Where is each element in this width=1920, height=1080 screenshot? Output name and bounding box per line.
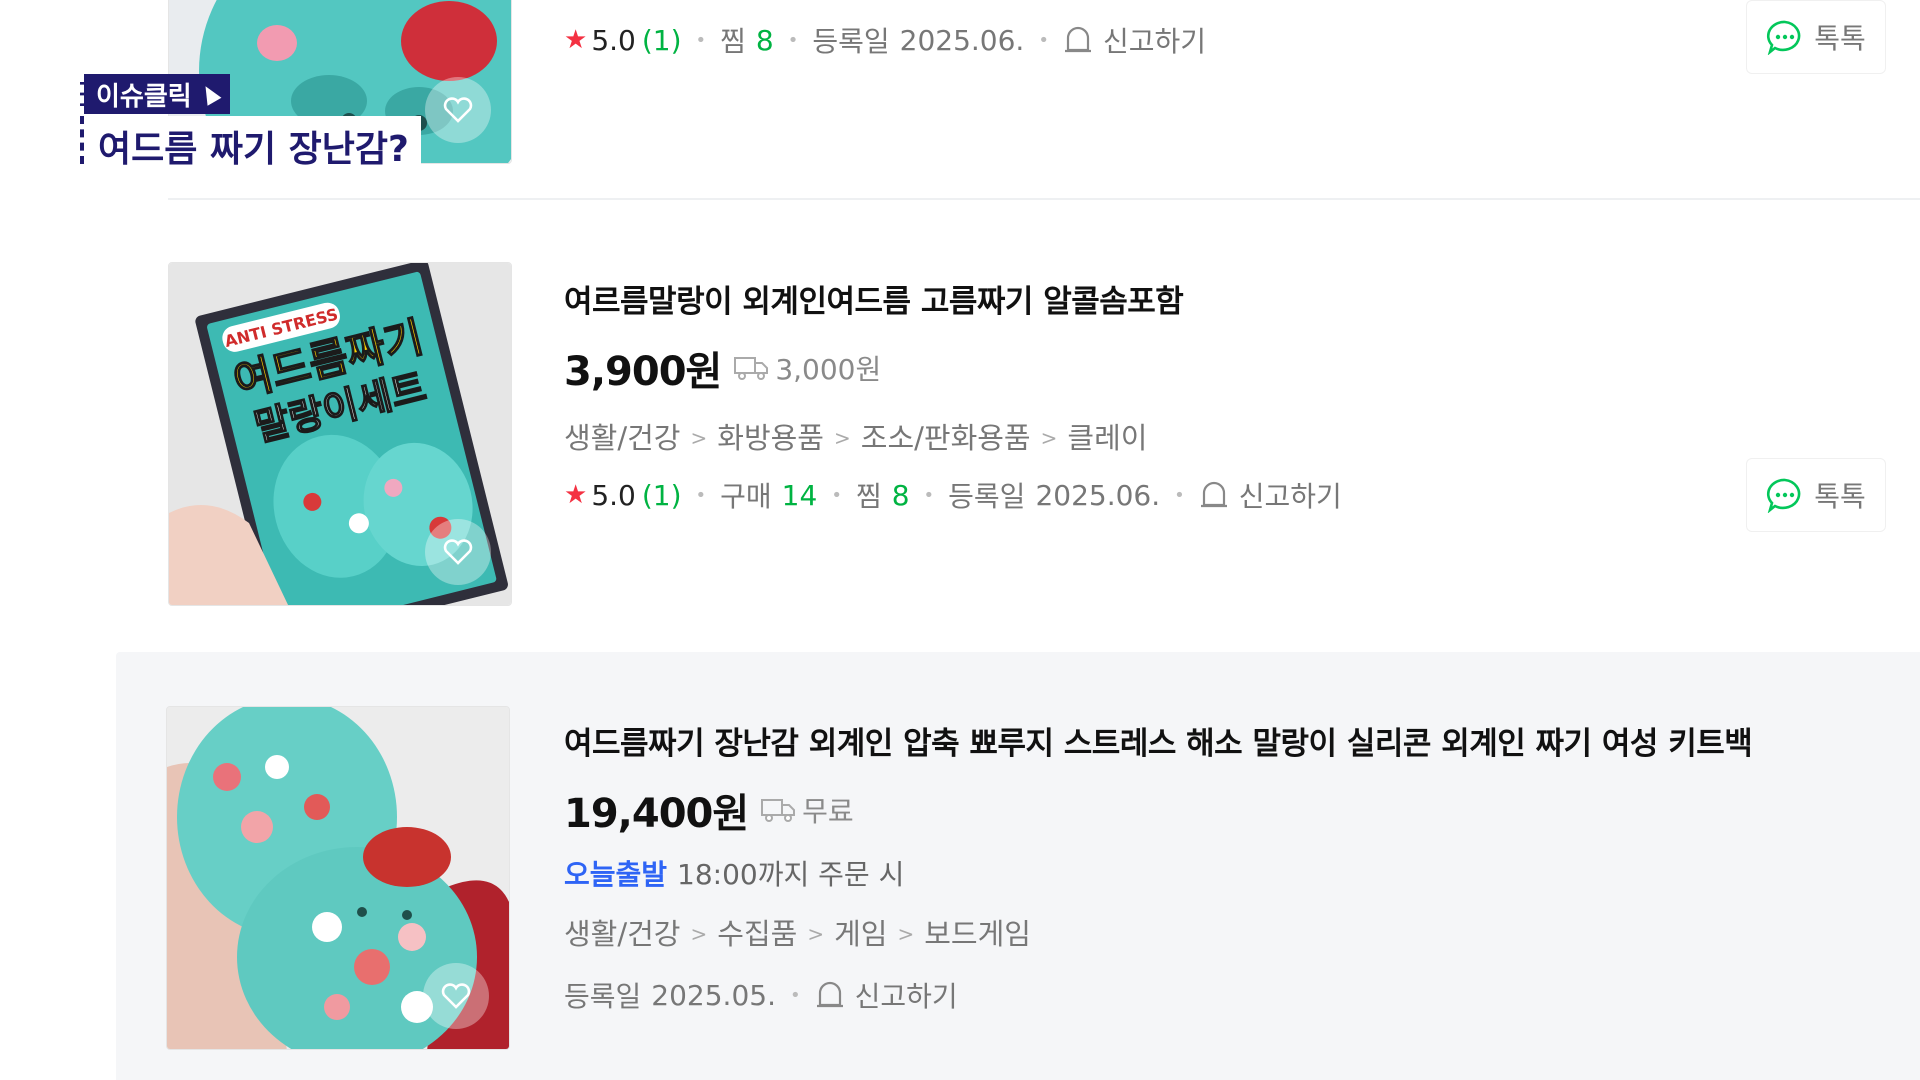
talk-bubble-icon [1767, 20, 1801, 55]
report-bell-icon [1064, 26, 1091, 53]
meta-separator: • [789, 984, 801, 1006]
product-thumbnail-2[interactable]: ANTI STRESS 여드름짜기 말랑이세트 [168, 262, 512, 606]
reg-label: 등록일 [948, 480, 1026, 513]
chevron-right-icon: > [690, 922, 708, 946]
product-info-2: 여르름말랑이 외계인여드름 고름짜기 알콜솜포함 3,900원 3,000원 생… [564, 276, 1342, 515]
review-count[interactable]: (1) [642, 24, 682, 57]
product-title-3[interactable]: 여드름짜기 장난감 외계인 압축 뾰루지 스트레스 해소 말랑이 실리콘 외계인… [564, 718, 1753, 763]
talk-label: 톡톡 [1814, 22, 1866, 55]
category-crumb[interactable]: 생활/건강 [564, 917, 681, 951]
heart-icon [443, 539, 473, 565]
report-label: 신고하기 [854, 980, 958, 1013]
dispatch-info-3: 오늘출발 18:00까지 주문 시 [564, 853, 1752, 893]
dispatch-text: 18:00까지 주문 시 [677, 858, 905, 891]
reg-date: 2025.05. [651, 978, 776, 1012]
row-divider [168, 198, 1920, 200]
product-meta-3: 등록일 2025.05. • 신고하기 [564, 975, 1752, 1015]
wish-label: 찜 [855, 480, 882, 513]
meta-separator: • [831, 484, 842, 506]
product-item-2[interactable]: ANTI STRESS 여드름짜기 말랑이세트 여르름말랑이 외계인여드름 고름… [0, 262, 1920, 606]
meta-separator: • [787, 29, 799, 51]
heart-icon [443, 97, 473, 123]
category-path-3: 생활/건강 > 수집품 > 게임 > 보드게임 [564, 911, 1752, 953]
chevron-right-icon: > [897, 922, 915, 946]
wish-label: 찜 [720, 25, 746, 58]
talk-bubble-icon [1767, 478, 1801, 513]
chevron-right-icon: > [807, 922, 825, 946]
shipping-fee-3: 무료 [760, 790, 854, 830]
truck-icon [734, 357, 769, 380]
meta-separator: • [1174, 484, 1185, 506]
news-headline: 여드름 짜기 장난감? [80, 116, 421, 170]
meta-separator: • [923, 484, 935, 506]
product-meta-1: ★ 5.0 (1) • 찜 8 • 등록일 2025.06. • 신고하기 [564, 20, 1206, 60]
heart-icon [441, 983, 471, 1009]
product-meta-2: ★ 5.0 (1) • 구매 14 • 찜 8 • 등록일 2025.06. • [564, 475, 1342, 515]
report-link-2[interactable]: 신고하기 [1199, 475, 1342, 515]
category-crumb[interactable]: 수집품 [717, 917, 797, 951]
category-crumb[interactable]: 조소/판화용품 [861, 421, 1031, 455]
report-label: 신고하기 [1102, 25, 1206, 58]
dispatch-badge: 오늘출발 [564, 858, 668, 891]
price-line-3: 19,400원 무료 [564, 781, 1752, 839]
talk-button-2[interactable]: 톡톡 [1746, 458, 1886, 532]
product-price-2: 3,900원 [564, 349, 722, 395]
report-bell-icon [1200, 481, 1227, 508]
report-link-3[interactable]: 신고하기 [815, 975, 958, 1015]
product-thumbnail-3[interactable] [166, 706, 510, 1050]
star-icon: ★ [564, 25, 588, 55]
shopping-results-page: 이슈클릭 여드름 짜기 장난감? ★ 5.0 (1) • 찜 8 • 등록일 2… [0, 0, 1920, 1080]
product-title-2[interactable]: 여르름말랑이 외계인여드름 고름짜기 알콜솜포함 [564, 276, 1342, 321]
report-label: 신고하기 [1238, 480, 1342, 513]
chevron-right-icon: > [690, 426, 708, 450]
rating-value: 5.0 [591, 478, 636, 512]
category-crumb[interactable]: 생활/건강 [564, 421, 681, 455]
category-crumb[interactable]: 클레이 [1067, 421, 1147, 455]
rating-value: 5.0 [591, 23, 636, 57]
meta-separator: • [695, 484, 707, 506]
buy-count: 14 [781, 478, 818, 512]
reg-date: 2025.06. [1035, 478, 1161, 512]
reg-date: 2025.06. [899, 23, 1025, 57]
wish-button-2[interactable] [425, 519, 491, 585]
meta-separator: • [695, 29, 707, 51]
chevron-right-icon: > [1040, 426, 1058, 450]
product-item-3[interactable]: 여드름짜기 장난감 외계인 압축 뾰루지 스트레스 해소 말랑이 실리콘 외계인… [116, 652, 1920, 1080]
report-link-1[interactable]: 신고하기 [1063, 20, 1206, 60]
review-count[interactable]: (1) [642, 479, 682, 512]
news-tag: 이슈클릭 [80, 74, 230, 114]
wish-count: 8 [755, 23, 774, 57]
price-line-2: 3,900원 3,000원 [564, 339, 1342, 397]
reg-label: 등록일 [812, 25, 890, 58]
report-bell-icon [816, 981, 843, 1008]
wish-button-1[interactable] [425, 77, 491, 143]
shipping-fee-2: 3,000원 [733, 348, 881, 388]
product-price-3: 19,400원 [564, 791, 749, 837]
category-path-2: 생활/건강 > 화방용품 > 조소/판화용품 > 클레이 [564, 415, 1342, 457]
talk-button-1[interactable]: 톡톡 [1746, 0, 1886, 74]
wish-count: 8 [891, 478, 910, 512]
category-crumb[interactable]: 화방용품 [717, 421, 824, 455]
buy-label: 구매 [720, 480, 772, 513]
category-crumb[interactable]: 게임 [834, 917, 887, 951]
category-crumb[interactable]: 보드게임 [924, 917, 1031, 951]
talk-label: 톡톡 [1814, 480, 1866, 513]
news-tag-label: 이슈클릭 [96, 81, 192, 112]
wish-button-3[interactable] [423, 963, 489, 1029]
product-info-1: ★ 5.0 (1) • 찜 8 • 등록일 2025.06. • 신고하기 [564, 20, 1206, 60]
star-icon: ★ [564, 480, 588, 510]
reg-label: 등록일 [564, 980, 642, 1013]
truck-icon [761, 799, 796, 822]
shipping-value: 무료 [802, 795, 854, 828]
meta-separator: • [1038, 29, 1049, 51]
product-info-3: 여드름짜기 장난감 외계인 압축 뾰루지 스트레스 해소 말랑이 실리콘 외계인… [564, 718, 1753, 1015]
chevron-right-icon: > [834, 426, 851, 450]
cursor-icon [198, 82, 222, 106]
shipping-value: 3,000원 [775, 353, 882, 386]
news-caption-overlay: 이슈클릭 여드름 짜기 장난감? [80, 74, 421, 170]
